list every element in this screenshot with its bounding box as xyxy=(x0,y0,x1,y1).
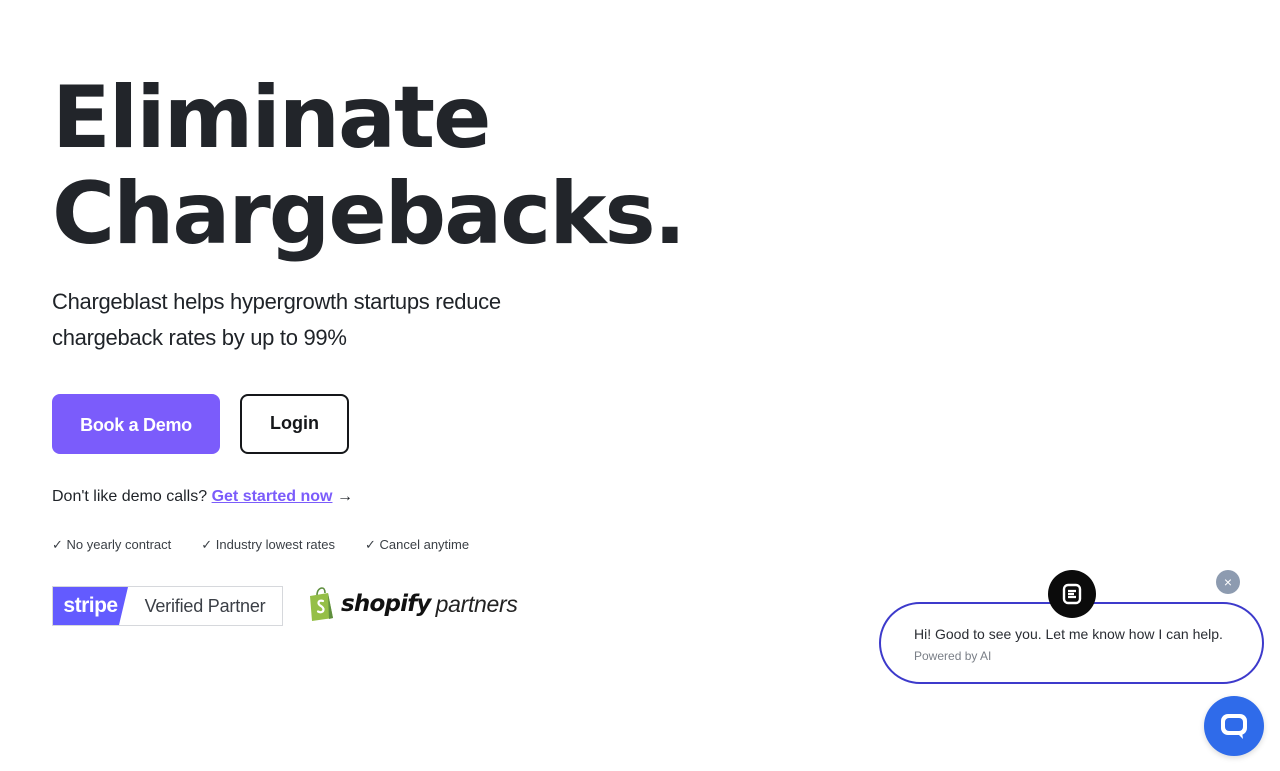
hero-subtitle: Chargeblast helps hypergrowth startups r… xyxy=(52,289,501,350)
get-started-line: Don't like demo calls? Get started now → xyxy=(52,486,353,508)
shopify-wordmark: shopify xyxy=(341,591,431,617)
chat-powered-by: Powered by AI xyxy=(914,649,992,663)
hero-title-line-2: Chargebacks. xyxy=(52,164,686,264)
get-started-prefix: Don't like demo calls? xyxy=(52,488,208,505)
stripe-logo: stripe xyxy=(53,587,128,625)
arrow-right-icon: → xyxy=(336,488,353,505)
login-button[interactable]: Login xyxy=(240,394,349,454)
landing-page: Eliminate Chargebacks. Chargeblast helps… xyxy=(0,0,1280,771)
feature-item: ✓ Cancel anytime xyxy=(365,537,470,552)
hero-title: Eliminate Chargebacks. xyxy=(52,68,686,264)
book-demo-button[interactable]: Book a Demo xyxy=(52,394,220,454)
close-icon[interactable]: × xyxy=(1216,570,1240,594)
shopify-bag-icon xyxy=(310,587,333,621)
chat-icon xyxy=(1221,714,1247,739)
feature-list: ✓ No yearly contract ✓ Industry lowest r… xyxy=(52,536,499,554)
chat-launcher-button[interactable] xyxy=(1204,696,1264,756)
chat-bot-avatar xyxy=(1048,570,1096,618)
shopify-partners-badge: shopify partners xyxy=(307,586,518,622)
verified-partner-label: Verified Partner xyxy=(144,595,266,616)
stripe-verified-partner-badge: stripe Verified Partner xyxy=(52,586,283,626)
get-started-link[interactable]: Get started now xyxy=(212,488,333,505)
chat-greeting-message: Hi! Good to see you. Let me know how I c… xyxy=(914,626,1223,642)
hero-title-line-1: Eliminate xyxy=(52,68,492,168)
feature-item: ✓ Industry lowest rates xyxy=(201,537,336,552)
partners-wordmark: partners xyxy=(435,590,518,617)
feature-item: ✓ No yearly contract xyxy=(52,537,172,552)
chargeblast-logo-icon xyxy=(1062,583,1082,605)
